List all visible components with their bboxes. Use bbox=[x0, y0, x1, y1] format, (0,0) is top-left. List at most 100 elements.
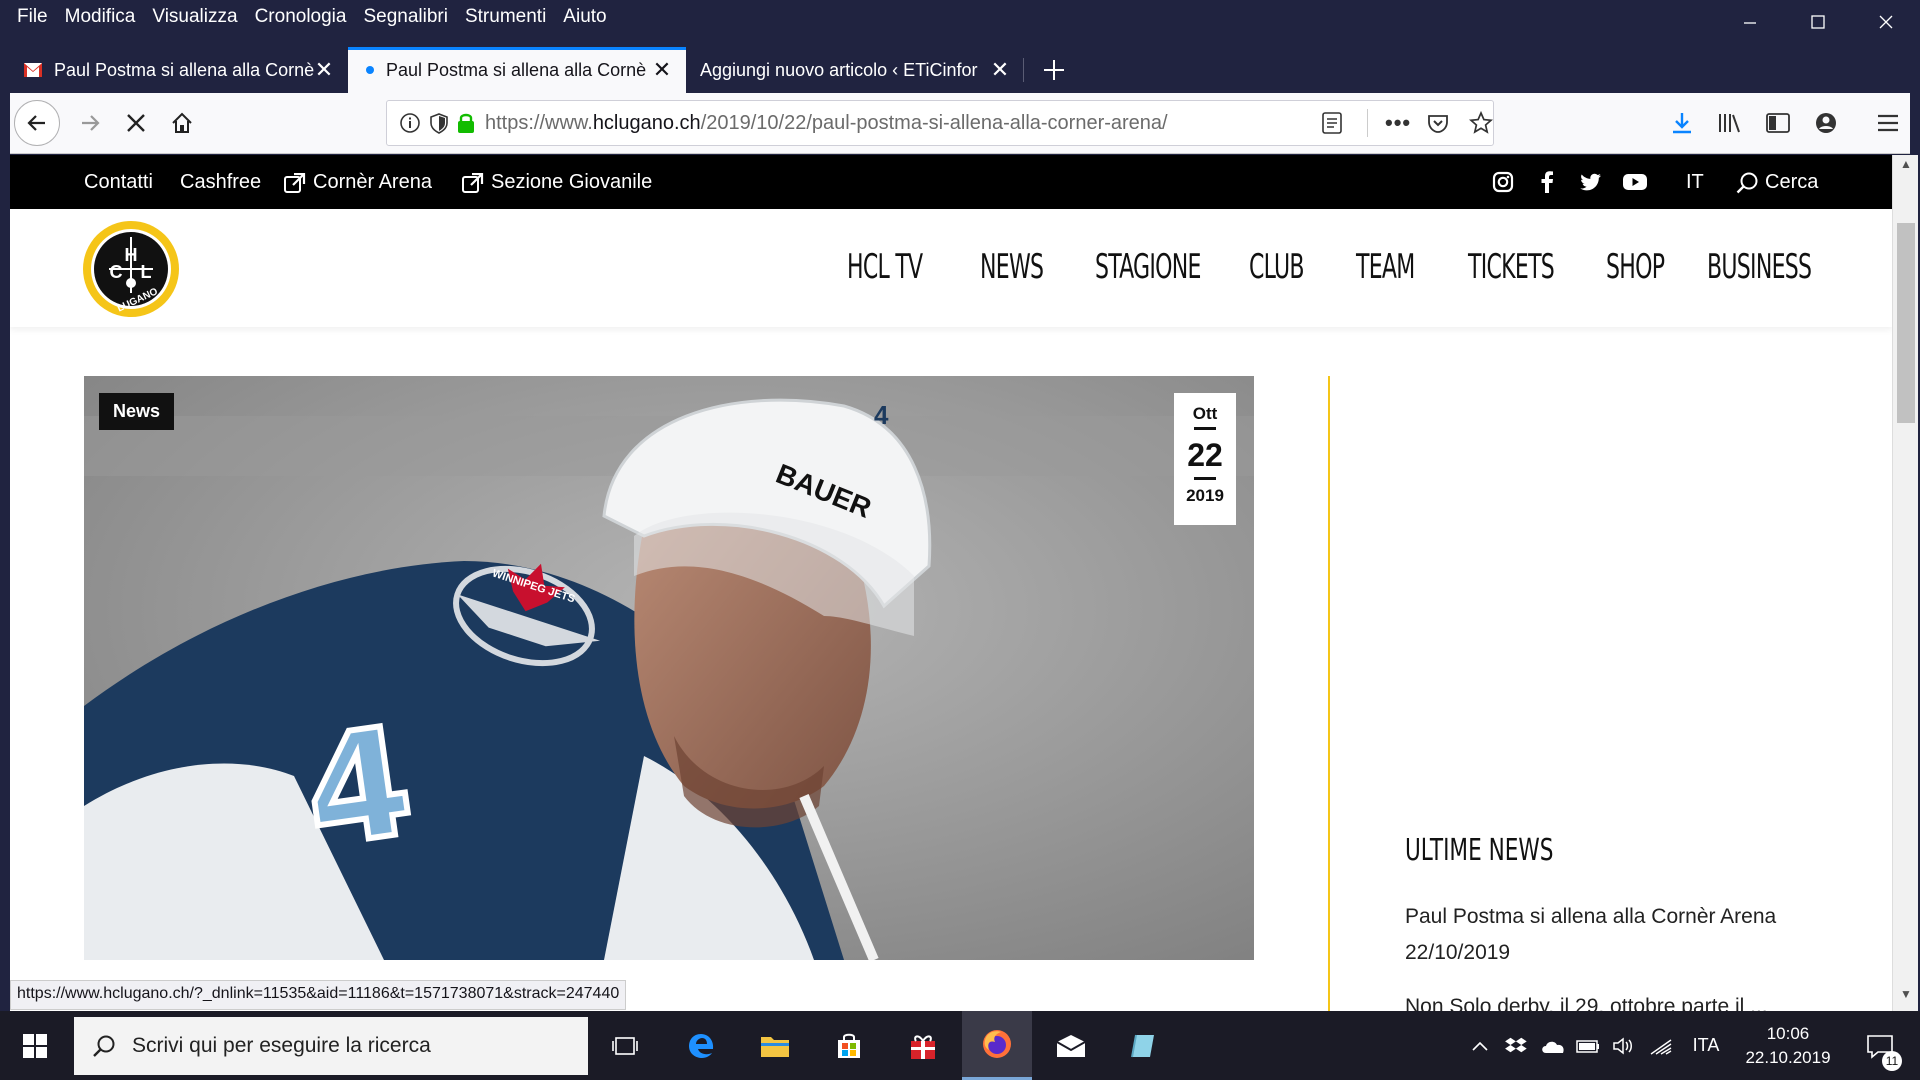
tab-close-icon[interactable]: ✕ bbox=[652, 57, 672, 83]
nav-tickets[interactable]: TICKETS bbox=[1468, 247, 1555, 287]
volume-tray[interactable] bbox=[1610, 1011, 1638, 1080]
battery-tray[interactable] bbox=[1574, 1011, 1602, 1080]
menu-cronologia[interactable]: Cronologia bbox=[255, 6, 347, 28]
account-icon bbox=[1816, 113, 1836, 133]
new-tab-button[interactable] bbox=[1032, 47, 1076, 93]
pocket-icon[interactable] bbox=[1427, 112, 1449, 134]
taskbar-clock[interactable]: 10:06 22.10.2019 bbox=[1738, 1022, 1838, 1070]
search-link[interactable]: Cerca bbox=[1736, 171, 1818, 194]
account-button[interactable] bbox=[1806, 103, 1846, 143]
facebook-icon[interactable] bbox=[1534, 169, 1560, 195]
top-link-contatti[interactable]: Contatti bbox=[84, 171, 153, 194]
library-button[interactable] bbox=[1710, 103, 1750, 143]
nav-news[interactable]: NEWS bbox=[980, 247, 1044, 287]
store-app[interactable] bbox=[814, 1011, 884, 1080]
menu-segnalibri[interactable]: Segnalibri bbox=[363, 6, 448, 28]
forward-button[interactable] bbox=[70, 103, 110, 143]
file-explorer-app[interactable] bbox=[740, 1011, 810, 1080]
language-switch[interactable]: IT bbox=[1686, 171, 1704, 194]
scroll-down-icon[interactable]: ▼ bbox=[1893, 987, 1919, 1009]
date-divider bbox=[1194, 427, 1216, 430]
task-view-button[interactable] bbox=[590, 1011, 660, 1080]
loading-dot-icon bbox=[366, 66, 374, 74]
article-hero-image[interactable]: 4 WINNIPEG JETS BAUER 4 News Ott 22 2019 bbox=[84, 376, 1254, 960]
info-icon[interactable] bbox=[399, 112, 421, 134]
dropbox-tray[interactable] bbox=[1502, 1011, 1530, 1080]
sidebar-news-link[interactable]: Paul Postma si allena alla Cornèr Arena bbox=[1405, 905, 1776, 929]
firefox-app[interactable] bbox=[962, 1011, 1032, 1080]
gift-app[interactable] bbox=[888, 1011, 958, 1080]
top-link-label: Cashfree bbox=[180, 171, 262, 193]
close-window-button[interactable] bbox=[1852, 0, 1920, 44]
category-badge[interactable]: News bbox=[99, 393, 175, 430]
scrollbar-thumb[interactable] bbox=[1897, 223, 1915, 423]
hamburger-icon bbox=[1878, 114, 1898, 132]
nav-stagione[interactable]: STAGIONE bbox=[1095, 247, 1201, 287]
windows-logo-icon bbox=[23, 1033, 47, 1058]
nav-team[interactable]: TEAM bbox=[1356, 247, 1415, 287]
scroll-up-icon[interactable]: ▲ bbox=[1893, 157, 1919, 179]
search-icon bbox=[1736, 172, 1758, 193]
youtube-icon[interactable] bbox=[1622, 169, 1648, 195]
store-icon bbox=[838, 1033, 860, 1058]
edge-app[interactable] bbox=[666, 1011, 736, 1080]
input-language[interactable]: ITA bbox=[1686, 1011, 1726, 1080]
tab-eticinfo[interactable]: Aggiungi nuovo articolo ‹ ETiCinfor ✕ bbox=[686, 47, 1024, 93]
menu-visualizza[interactable]: Visualizza bbox=[152, 6, 237, 28]
reader-view-icon[interactable] bbox=[1322, 112, 1342, 134]
dropbox-icon bbox=[1505, 1037, 1527, 1052]
url-bar[interactable]: https://www.hclugano.ch/2019/10/22/paul-… bbox=[386, 100, 1494, 146]
nav-business[interactable]: BUSINESS bbox=[1707, 247, 1812, 287]
stop-button[interactable] bbox=[116, 103, 156, 143]
wifi-tray[interactable] bbox=[1646, 1011, 1676, 1080]
library-icon bbox=[1719, 114, 1740, 133]
gift-icon bbox=[911, 1034, 935, 1059]
maximize-button[interactable] bbox=[1784, 0, 1852, 44]
article-date-box: Ott 22 2019 bbox=[1174, 393, 1236, 525]
nav-hcl-tv[interactable]: HCL TV bbox=[847, 247, 923, 287]
downloads-button[interactable] bbox=[1662, 103, 1702, 143]
arrow-left-icon bbox=[27, 115, 45, 131]
edge-icon bbox=[689, 1033, 714, 1058]
tab-separator bbox=[1023, 58, 1024, 82]
twitter-icon[interactable] bbox=[1578, 169, 1604, 195]
bookmark-star-icon[interactable] bbox=[1469, 111, 1493, 135]
tab-hclugano[interactable]: Paul Postma si allena alla Cornè ✕ bbox=[348, 47, 686, 93]
menu-file[interactable]: File bbox=[17, 6, 48, 28]
notification-count-badge: 11 bbox=[1882, 1051, 1902, 1071]
minimize-button[interactable] bbox=[1716, 0, 1784, 44]
close-icon bbox=[1879, 15, 1893, 29]
notes-app[interactable] bbox=[1110, 1011, 1180, 1080]
onedrive-tray[interactable] bbox=[1538, 1011, 1568, 1080]
sidebar-news-link[interactable]: Non Solo derby, il 29, ottobre parte il … bbox=[1405, 995, 1768, 1011]
top-link-cashfree[interactable]: Cashfree bbox=[180, 171, 261, 194]
sidebar-button[interactable] bbox=[1758, 103, 1798, 143]
top-link-sezione-giovanile[interactable]: Sezione Giovanile bbox=[462, 171, 652, 194]
tab-close-icon[interactable]: ✕ bbox=[990, 57, 1010, 83]
taskbar-search[interactable]: Scrivi qui per eseguire la ricerca bbox=[74, 1017, 588, 1075]
lock-icon[interactable] bbox=[457, 112, 475, 134]
menu-aiuto[interactable]: Aiuto bbox=[563, 6, 606, 28]
menu-strumenti[interactable]: Strumenti bbox=[465, 6, 546, 28]
hcl-logo[interactable]: H C L LUGANO bbox=[83, 221, 179, 317]
action-center-button[interactable]: 11 bbox=[1856, 1011, 1904, 1080]
nav-shop[interactable]: SHOP bbox=[1606, 247, 1665, 287]
nav-club[interactable]: CLUB bbox=[1249, 247, 1305, 287]
more-actions-icon[interactable]: ••• bbox=[1385, 110, 1411, 136]
note-pad-icon bbox=[1131, 1034, 1154, 1057]
tab-gmail[interactable]: Paul Postma si allena alla Cornè ✕ bbox=[10, 47, 348, 93]
menu-modifica[interactable]: Modifica bbox=[65, 6, 136, 28]
mail-app[interactable] bbox=[1036, 1011, 1106, 1080]
show-hidden-icons[interactable] bbox=[1468, 1011, 1492, 1080]
page-scrollbar[interactable]: ▲ ▼ bbox=[1892, 155, 1918, 1011]
tracking-shield-icon[interactable] bbox=[429, 112, 449, 134]
tab-close-icon[interactable]: ✕ bbox=[314, 57, 334, 83]
start-button[interactable] bbox=[0, 1011, 70, 1080]
instagram-icon[interactable] bbox=[1490, 169, 1516, 195]
hamburger-menu-button[interactable] bbox=[1868, 103, 1908, 143]
url-text[interactable]: https://www.hclugano.ch/2019/10/22/paul-… bbox=[485, 112, 1168, 135]
top-link-corner-arena[interactable]: Cornèr Arena bbox=[284, 171, 432, 194]
external-link-icon bbox=[462, 172, 484, 193]
home-button[interactable] bbox=[162, 103, 202, 143]
back-button[interactable] bbox=[14, 100, 60, 146]
